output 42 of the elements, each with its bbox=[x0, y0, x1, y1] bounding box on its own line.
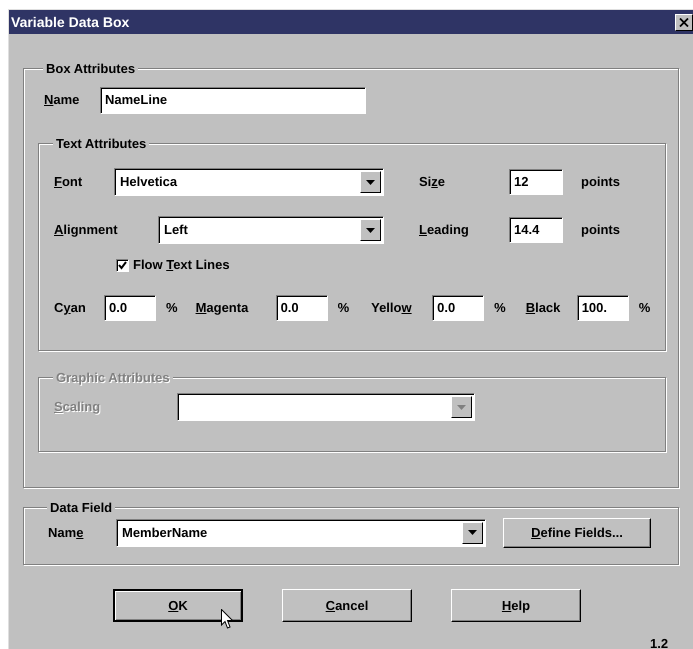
define-fields-button[interactable]: Define Fields... bbox=[503, 518, 651, 548]
unit-label: points bbox=[581, 221, 620, 240]
dialog-button[interactable]: Help bbox=[451, 589, 581, 622]
dropdown-field[interactable]: Left bbox=[158, 216, 384, 244]
field-label: Size bbox=[419, 173, 446, 192]
field-label: Scaling bbox=[54, 398, 102, 416]
text-field[interactable]: 0.0 bbox=[276, 295, 328, 321]
unit-label: % bbox=[166, 299, 178, 318]
caret-icon bbox=[457, 404, 466, 410]
field-label: Magenta bbox=[196, 299, 250, 318]
mouse-pointer-icon bbox=[221, 609, 234, 630]
text-field[interactable]: 12 bbox=[509, 169, 563, 195]
unit-label: points bbox=[581, 173, 620, 192]
close-icon bbox=[679, 18, 689, 26]
dialog-button[interactable]: Cancel bbox=[282, 589, 412, 622]
dropdown-field[interactable]: Helvetica bbox=[114, 168, 384, 196]
field-label: Yellow bbox=[371, 299, 413, 318]
caret-icon bbox=[366, 180, 375, 184]
close-button[interactable] bbox=[675, 14, 693, 30]
field-label: Name bbox=[44, 91, 80, 110]
field-label: Cyan bbox=[54, 299, 87, 318]
unit-label: % bbox=[638, 299, 650, 318]
caret-icon bbox=[468, 530, 477, 535]
text-field[interactable]: 14.4 bbox=[509, 217, 563, 243]
caret-icon bbox=[366, 228, 375, 232]
field-label: Leading bbox=[419, 221, 470, 240]
checkbox[interactable] bbox=[116, 258, 129, 272]
text-field[interactable]: 0.0 bbox=[104, 295, 156, 321]
field-label: Name bbox=[48, 524, 84, 542]
unit-label: % bbox=[494, 299, 506, 318]
text-field[interactable]: 100. bbox=[576, 295, 629, 321]
field-label: Alignment bbox=[54, 221, 119, 240]
field-label: Font bbox=[54, 173, 84, 192]
version-label: 1.2 bbox=[650, 635, 668, 649]
text-field[interactable]: 0.0 bbox=[432, 295, 484, 321]
text-field[interactable]: NameLine bbox=[100, 86, 366, 114]
window-title: Variable Data Box bbox=[11, 12, 130, 32]
dropdown-field[interactable]: MemberName bbox=[116, 518, 486, 546]
field-label: Flow Text Lines bbox=[133, 256, 230, 274]
dialog-button[interactable]: OK bbox=[113, 589, 243, 622]
field-label: Black bbox=[526, 299, 562, 318]
unit-label: % bbox=[338, 299, 350, 318]
